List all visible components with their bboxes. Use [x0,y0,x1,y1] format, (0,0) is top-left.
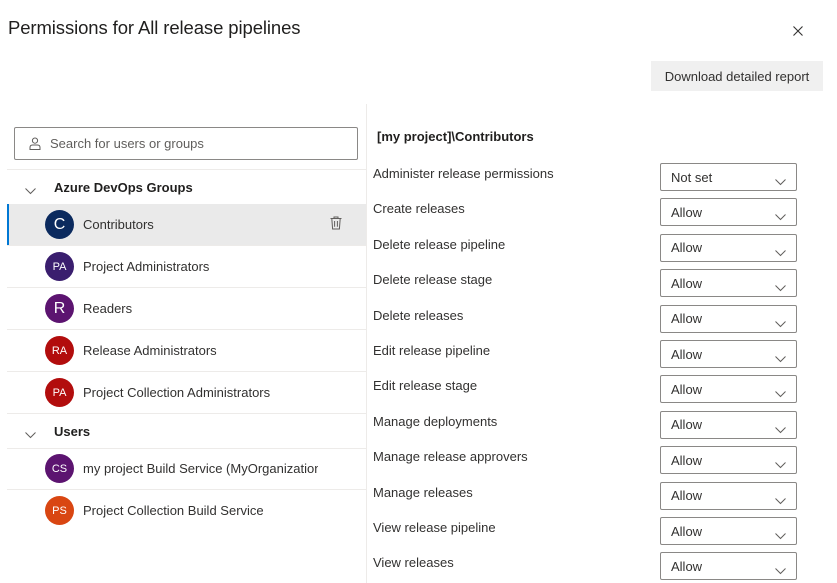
chevron-down-icon [775,386,786,401]
permission-dropdown[interactable]: Allow [660,198,797,227]
permission-dropdown[interactable]: Allow [660,517,797,545]
list-item[interactable]: R Readers [7,288,366,329]
identity-name: Readers [83,301,133,316]
chevron-down-icon [775,563,786,578]
identity-name: Project Collection Build Service [83,503,264,518]
dialog-title: Permissions for All release pipelines [8,17,301,38]
permission-label: Delete releases [373,307,464,323]
search-input[interactable] [50,136,340,151]
identity-name: Project Administrators [83,259,210,274]
download-report-button[interactable]: Download detailed report [651,61,823,91]
permission-label: Delete release pipeline [373,236,506,252]
identity-name: Project Collection Administrators [83,385,271,400]
permission-label: View release pipeline [373,520,496,535]
permission-label: Delete release stage [373,272,493,288]
permission-label: Edit release stage [373,378,478,394]
group-header[interactable]: Azure DevOps Groups [7,170,366,204]
chevron-down-icon [775,351,786,366]
permission-value: Allow [671,417,703,433]
pane-divider [366,104,367,583]
permission-value: Allow [671,452,703,468]
chevron-down-icon[interactable] [25,182,36,200]
permission-value: Allow [671,346,703,362]
permission-value: Allow [671,381,703,397]
permission-dropdown[interactable]: Allow [660,304,797,333]
permission-value: Allow [671,240,703,256]
permission-label: Administer release permissions [373,166,554,181]
avatar: CS [45,454,74,483]
permission-dropdown[interactable]: Allow [660,269,797,298]
permission-value: Allow [671,275,703,291]
chevron-down-icon [775,280,786,295]
permission-label: Edit release pipeline [373,343,491,358]
identity-name: Release Administrators [83,343,217,358]
chevron-down-icon [775,528,786,543]
avatar: PA [45,378,74,407]
close-button[interactable] [786,19,810,43]
delete-icon[interactable] [330,216,342,235]
list-item[interactable]: PS Project Collection Build Service [7,490,366,531]
avatar: PS [45,496,74,525]
identity-name: Contributors [83,217,154,232]
permission-value: Not set [671,169,713,185]
chevron-down-icon [775,174,786,189]
close-icon [793,26,803,36]
permission-value: Allow [671,311,703,327]
permission-dropdown[interactable]: Allow [660,375,797,404]
chevron-down-icon [775,316,786,331]
chevron-down-icon [775,422,786,437]
permission-dropdown[interactable]: Allow [660,410,797,439]
chevron-down-icon [775,209,786,224]
chevron-down-icon [775,457,786,472]
permission-dropdown[interactable]: Allow [660,446,797,475]
chevron-down-icon[interactable] [25,426,36,444]
search-box[interactable] [14,127,358,160]
list-item[interactable]: C Contributors [7,204,366,245]
list-item[interactable]: RA Release Administrators [7,330,366,371]
avatar: C [45,210,74,239]
list-item[interactable]: CS my project Build Service (MyOrganizati… [7,448,366,489]
chevron-down-icon [775,245,786,260]
group-label: Azure DevOps Groups [54,179,193,195]
permission-value: Allow [671,204,703,220]
avatar: PA [45,252,74,281]
selected-identity: [my project]\Contributors [377,129,534,144]
group-header[interactable]: Users [7,414,366,448]
list-item[interactable]: PA Project Administrators [7,246,366,287]
permission-dropdown[interactable]: Not set [660,163,797,191]
permission-dropdown[interactable]: Allow [660,481,797,510]
permission-value: Allow [671,523,703,539]
avatar: R [45,294,74,323]
chevron-down-icon [775,493,786,508]
permission-value: Allow [671,558,703,574]
permission-value: Allow [671,488,703,504]
permission-label: View releases [373,555,454,571]
permission-dropdown[interactable]: Allow [660,552,797,581]
permission-label: Manage deployments [373,413,498,429]
permission-dropdown[interactable]: Allow [660,340,797,368]
avatar: RA [45,336,74,365]
identity-name: my project Build Service (MyOrganization… [83,461,318,476]
list-item[interactable]: PA Project Collection Administrators [7,372,366,413]
permission-label: Create releases [373,201,465,217]
permission-label: Manage releases [373,484,473,500]
permission-dropdown[interactable]: Allow [660,233,797,262]
person-icon [29,137,41,150]
group-label: Users [54,423,91,439]
permission-label: Manage release approvers [373,449,528,465]
